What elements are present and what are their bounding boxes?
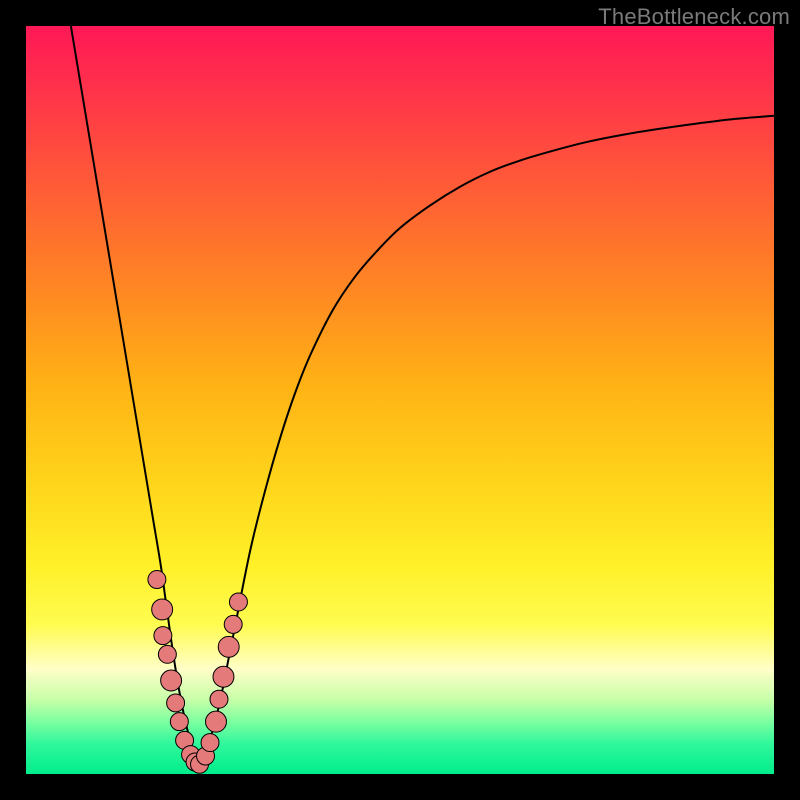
- right-branch-curve: [198, 116, 774, 767]
- data-marker: [167, 694, 185, 712]
- plot-area: [26, 26, 774, 774]
- data-marker: [206, 711, 227, 732]
- watermark-label: TheBottleneck.com: [598, 4, 790, 30]
- data-marker: [229, 593, 247, 611]
- data-markers: [148, 571, 247, 774]
- data-marker: [161, 670, 182, 691]
- data-marker: [158, 645, 176, 663]
- data-marker: [170, 713, 188, 731]
- left-branch-curve: [71, 26, 198, 767]
- chart-overlay: [26, 26, 774, 774]
- data-marker: [213, 666, 234, 687]
- data-marker: [152, 599, 173, 620]
- data-marker: [154, 627, 172, 645]
- data-marker: [148, 571, 166, 589]
- data-marker: [224, 615, 242, 633]
- data-marker: [218, 636, 239, 657]
- outer-frame: TheBottleneck.com: [0, 0, 800, 800]
- data-marker: [201, 734, 219, 752]
- data-marker: [210, 690, 228, 708]
